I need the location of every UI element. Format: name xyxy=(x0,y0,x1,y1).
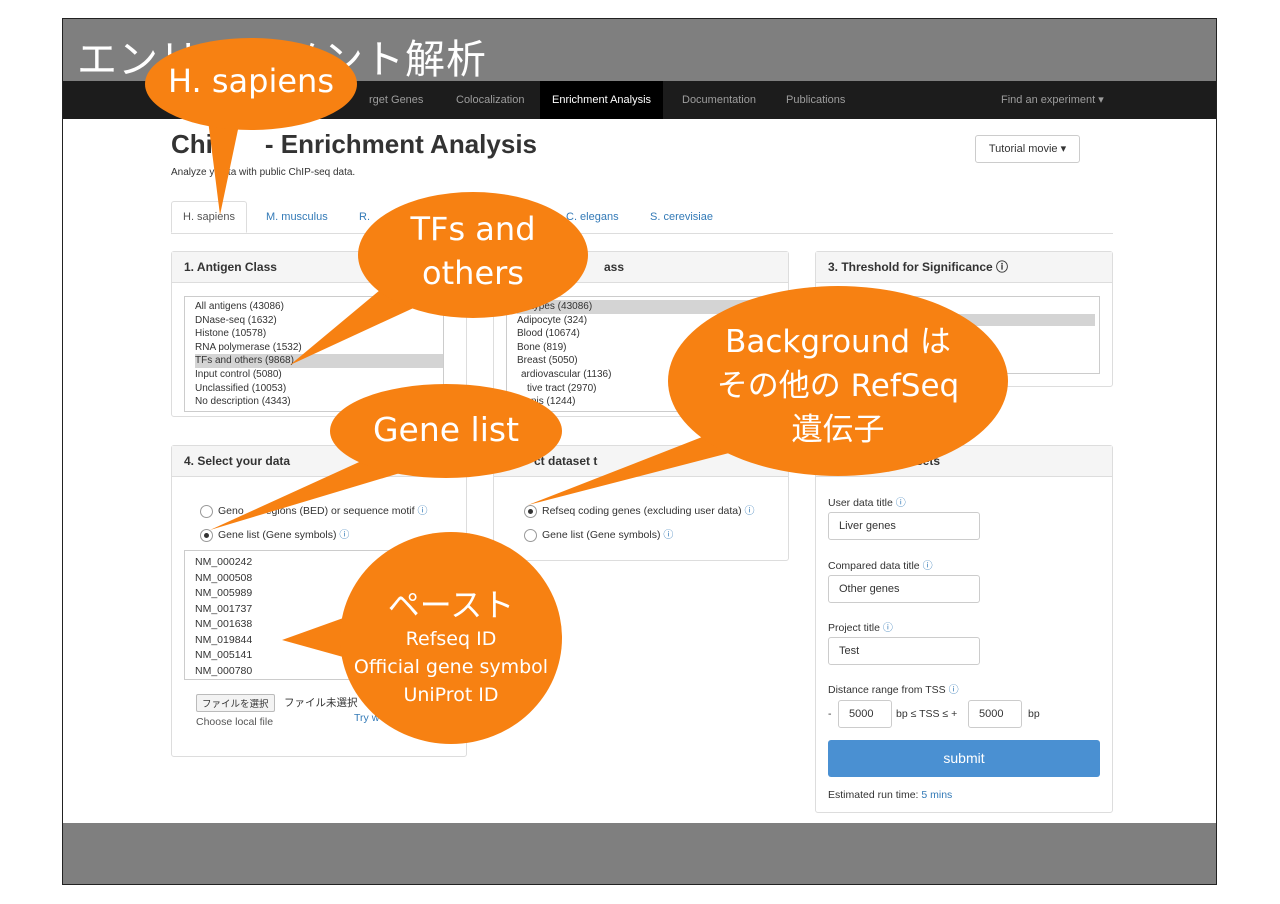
paste-callout-line2: Official gene symbol xyxy=(353,656,549,678)
submit-button[interactable]: submit xyxy=(828,740,1100,777)
threshold-heading: 3. Threshold for Significance ⓘ xyxy=(816,252,1112,283)
background-callout-line1: Background は xyxy=(725,324,951,360)
paste-callout-line3: UniProt ID xyxy=(403,684,499,706)
user-data-title-label: User data title ⓘ xyxy=(828,494,906,509)
info-icon[interactable]: ⓘ xyxy=(417,506,427,517)
info-icon[interactable]: ⓘ xyxy=(949,685,959,696)
antigen-callout-line2: others xyxy=(422,254,524,292)
antigen-callout: TFs and others xyxy=(358,192,588,318)
radio-gene-label: Gene list (Gene symbols) xyxy=(218,529,337,541)
nav-colocalization[interactable]: Colocalization xyxy=(456,81,524,119)
paste-callout-title: ペースト xyxy=(387,586,515,624)
antigen-option[interactable]: Histone (10578) xyxy=(195,327,443,341)
project-title-input[interactable]: Test xyxy=(828,637,980,665)
info-icon[interactable]: ⓘ xyxy=(339,530,349,541)
gene-list-callout: Gene list xyxy=(330,384,562,478)
run-time-text: Estimated run time: xyxy=(828,789,919,801)
page: Chi - Enrichment Analysis Analyze y ata wi… xyxy=(63,119,1216,823)
compared-data-title-input[interactable]: Other genes xyxy=(828,575,980,603)
minus-sign: - xyxy=(828,708,832,720)
bp-unit: bp xyxy=(1028,708,1040,720)
slide: エンリッチメント解析 rget Genes Colocalization Enr… xyxy=(62,18,1217,885)
species-callout: H. sapiens xyxy=(145,38,357,130)
info-icon[interactable]: ⓘ xyxy=(896,498,906,509)
distance-range-label: Distance range from TSS ⓘ xyxy=(828,681,959,696)
project-title-label: Project title ⓘ xyxy=(828,619,893,634)
paste-callout: ペースト Refseq ID Official gene symbol UniP… xyxy=(340,532,562,744)
paste-callout-line1: Refseq ID xyxy=(405,628,497,650)
project-title-text: Project title xyxy=(828,622,880,634)
radio-bed-label-right: egions (BED) or sequence motif xyxy=(265,505,415,517)
run-time-label: Estimated run time: 5 mins xyxy=(828,789,952,801)
subtitle-right: ata with public ChIP-seq data. xyxy=(222,167,356,178)
antigen-callout-line1: TFs and xyxy=(410,210,536,248)
gene-list-callout-text: Gene list xyxy=(372,410,520,449)
slide-footer xyxy=(63,823,1216,884)
tutorial-movie-button[interactable]: Tutorial movie ▾ xyxy=(975,135,1080,163)
downstream-input[interactable]: 5000 xyxy=(968,700,1022,728)
nav-publications[interactable]: Publications xyxy=(786,81,845,119)
background-callout-line2: その他の RefSeq xyxy=(716,368,960,404)
compared-heading-right: ared xyxy=(647,454,673,468)
page-title-right: - Enrichment Analysis xyxy=(264,129,538,159)
distance-range-text: Distance range from TSS xyxy=(828,684,946,696)
radio-bed[interactable] xyxy=(200,504,213,518)
info-icon[interactable]: ⓘ xyxy=(883,623,893,634)
page-title-left: Chi xyxy=(171,129,213,159)
antigen-option[interactable]: Input control (5080) xyxy=(195,368,443,382)
run-time-value: 5 mins xyxy=(921,789,953,801)
upstream-input[interactable]: 5000 xyxy=(838,700,892,728)
info-icon[interactable]: ⓘ xyxy=(663,530,673,541)
choose-local-file-label: Choose local file xyxy=(196,716,274,728)
radio-compared-gene-list[interactable] xyxy=(524,528,537,542)
nav-target-genes[interactable]: rget Genes xyxy=(369,81,423,119)
tab-h-sapiens[interactable]: H. sapiens xyxy=(171,201,247,233)
antigen-option[interactable]: DNase-seq (1632) xyxy=(195,314,443,328)
info-icon[interactable]: ⓘ xyxy=(923,561,933,572)
nav-documentation[interactable]: Documentation xyxy=(682,81,756,119)
radio-refseq-row[interactable]: Refseq coding genes (excluding user data… xyxy=(524,502,755,518)
compared-dataset-panel: ct dataset t ared Refseq coding genes (ex… xyxy=(493,445,789,561)
subtitle-left: Analyze y xyxy=(171,167,215,178)
compared-data-title-text: Compared data title xyxy=(828,560,920,572)
radio-gene-list[interactable] xyxy=(200,528,213,542)
radio-compared-gene-label: Gene list (Gene symbols) xyxy=(542,529,661,541)
choose-file-button[interactable]: ファイルを選択 xyxy=(196,694,275,712)
compared-data-title-label: Compared data title ⓘ xyxy=(828,557,933,572)
species-callout-text: H. sapiens xyxy=(168,62,334,100)
radio-refseq[interactable] xyxy=(524,504,537,518)
page-subtitle: Analyze y ata with public ChIP-seq data. xyxy=(171,167,355,178)
antigen-option-selected[interactable]: TFs and others (9868) xyxy=(195,354,443,368)
datasets-panel: sets User data title ⓘ Liver genes Compa… xyxy=(815,445,1113,813)
species-tabs: H. sapiens M. musculus R. C. elegans S. … xyxy=(171,201,1113,234)
radio-compared-gene-row[interactable]: Gene list (Gene symbols) ⓘ xyxy=(524,526,673,542)
tab-m-musculus[interactable]: M. musculus xyxy=(255,201,339,233)
radio-bed-label-left: Geno xyxy=(218,505,244,517)
tab-s-cerevisiae[interactable]: S. cerevisiae xyxy=(639,201,724,233)
background-callout: Background は その他の RefSeq 遺伝子 xyxy=(668,286,1008,476)
page-title: Chi - Enrichment Analysis xyxy=(171,129,537,160)
nav-enrichment-analysis[interactable]: Enrichment Analysis xyxy=(540,81,664,119)
radio-gene-row[interactable]: Gene list (Gene symbols) ⓘ xyxy=(200,526,349,542)
info-icon[interactable]: ⓘ xyxy=(745,506,755,517)
antigen-option[interactable]: RNA polymerase (1532) xyxy=(195,341,443,355)
radio-refseq-label: Refseq coding genes (excluding user data… xyxy=(542,505,742,517)
radio-bed-row[interactable]: Geno egions (BED) or sequence motif ⓘ xyxy=(200,502,427,518)
background-callout-line3: 遺伝子 xyxy=(791,412,885,448)
nav-find-experiment[interactable]: Find an experiment ▾ xyxy=(1001,81,1104,119)
user-data-title-text: User data title xyxy=(828,497,893,509)
tss-range-text: bp ≤ TSS ≤ + xyxy=(896,708,958,720)
user-data-title-input[interactable]: Liver genes xyxy=(828,512,980,540)
